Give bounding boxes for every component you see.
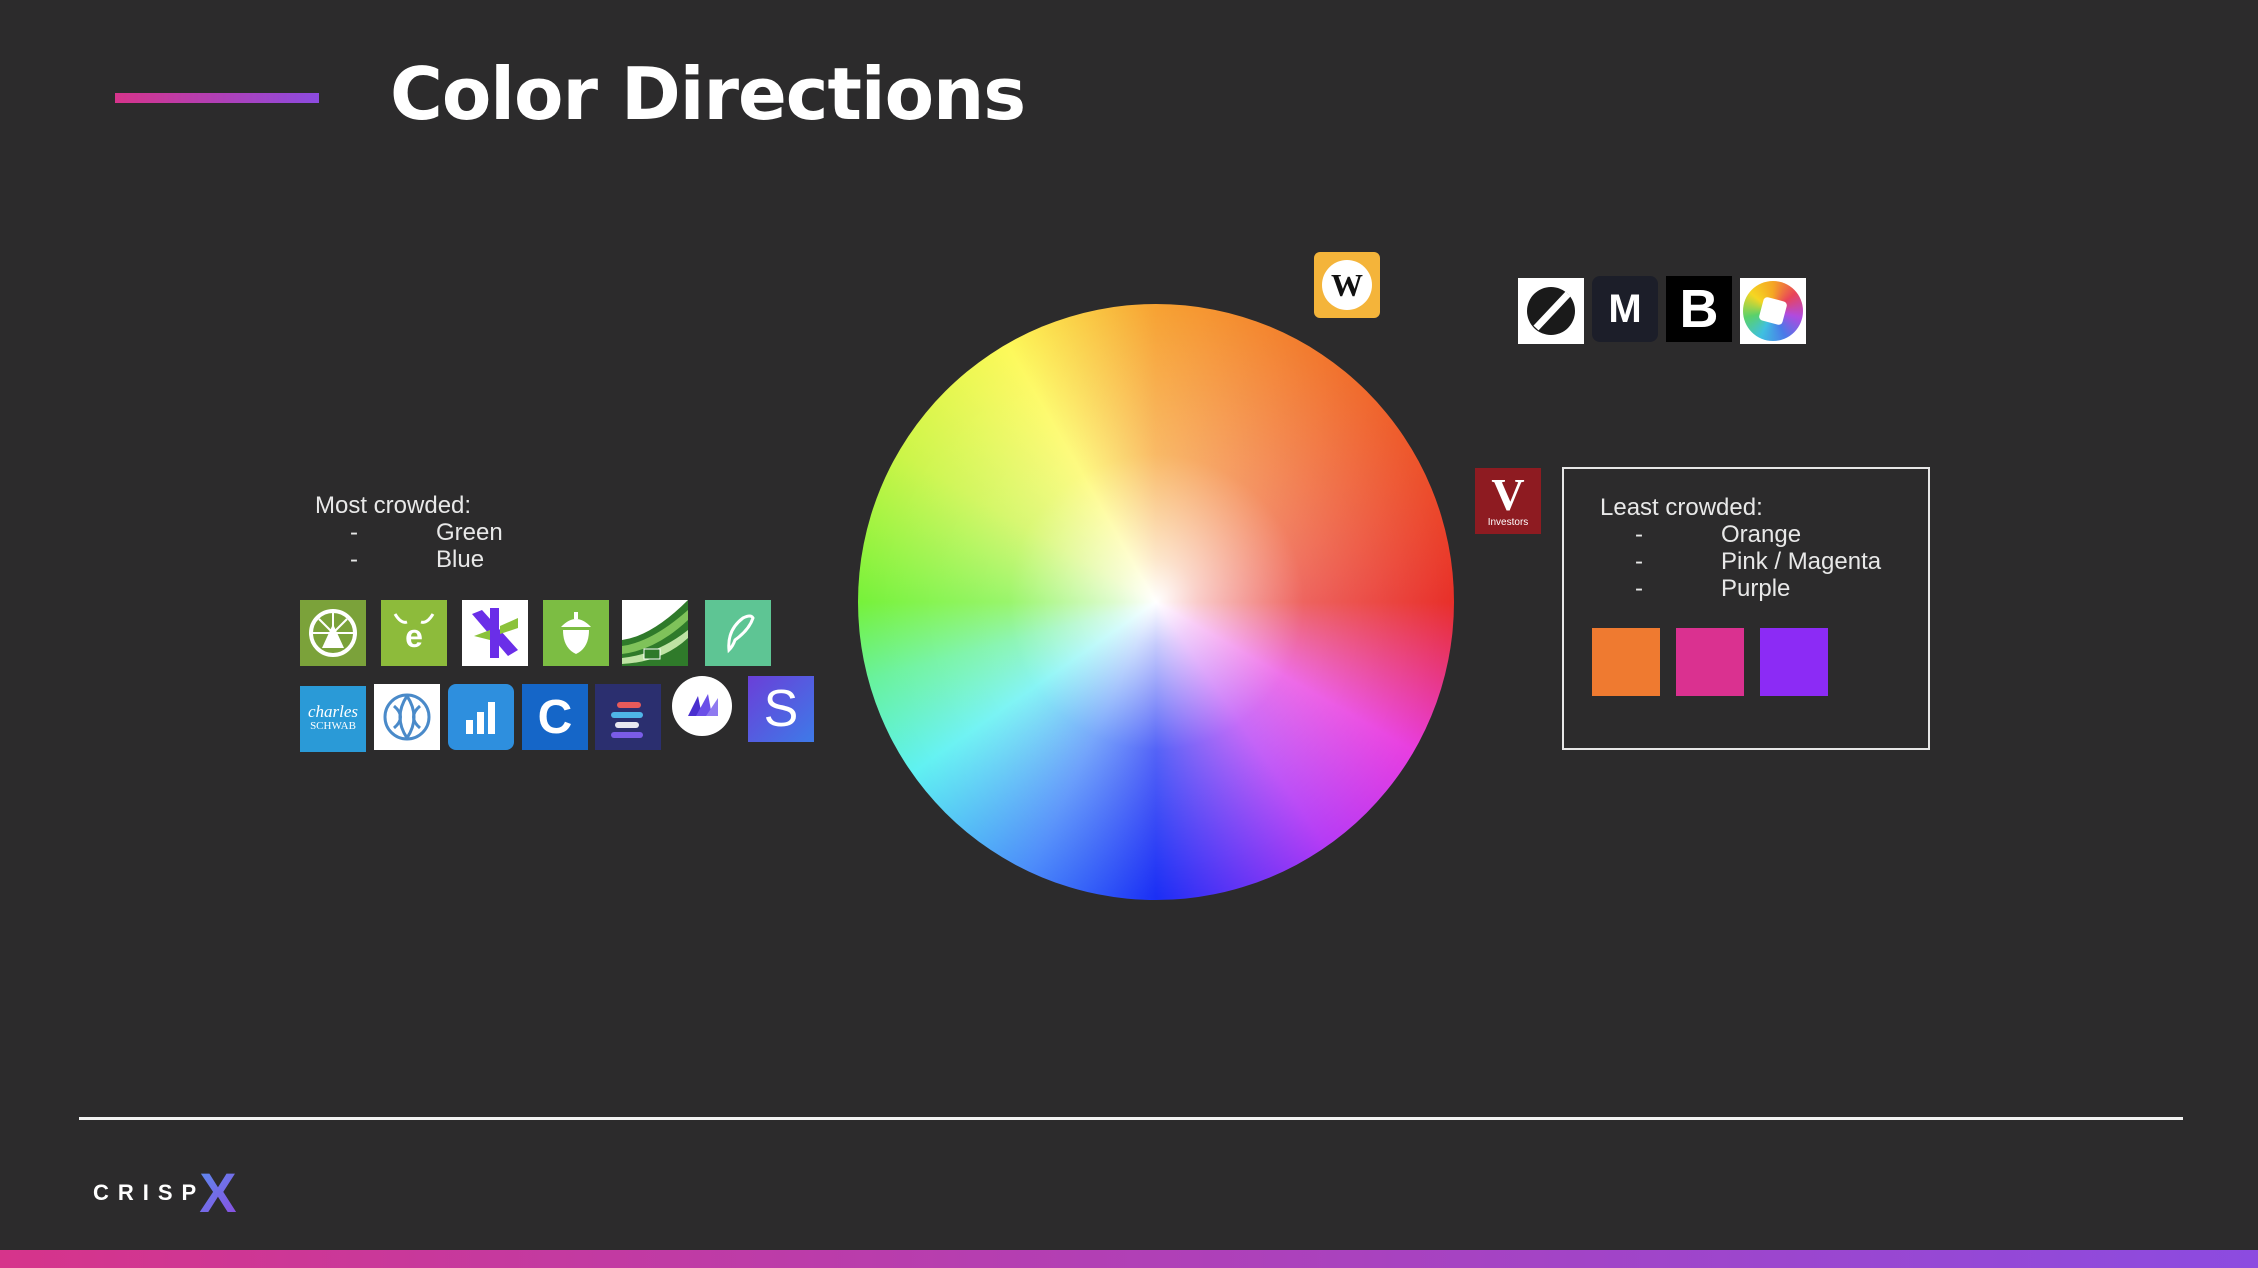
c-icon: C	[522, 684, 588, 750]
page-title: Color Directions	[390, 52, 1026, 136]
brand-x-mark: X	[199, 1161, 237, 1224]
least-crowded-list: Least crowded: - Orange - Pink / Magenta…	[1600, 494, 1900, 602]
bullet-dash: -	[1635, 575, 1643, 602]
bullet-dash: -	[350, 519, 358, 546]
bullet-dash: -	[1635, 548, 1643, 575]
footer-divider	[79, 1117, 2183, 1120]
stacked-bars-icon	[595, 684, 661, 750]
least-crowded-item: Orange	[1721, 521, 1802, 548]
td-ameritrade-icon	[622, 600, 688, 666]
bullet-dash: -	[350, 546, 358, 573]
most-crowded-list: Most crowded: - Green - Blue	[315, 492, 575, 582]
s-letter: S	[763, 680, 799, 738]
title-accent-bar	[115, 93, 319, 103]
footer-gradient-bar	[0, 1250, 2258, 1268]
least-crowded-heading: Least crowded:	[1600, 494, 1763, 521]
v-letter: V	[1491, 469, 1525, 520]
least-crowded-item: Pink / Magenta	[1721, 548, 1882, 575]
fidelity-icon	[300, 600, 366, 666]
purple-swatch	[1760, 628, 1828, 696]
m-letter: M	[1608, 286, 1642, 331]
vanguard-ish-icon	[374, 684, 440, 750]
least-crowded-box: Least crowded: - Orange - Pink / Magenta…	[1562, 467, 1930, 750]
most-crowded-item: Blue	[436, 546, 485, 573]
b-letter: B	[1679, 279, 1719, 339]
slash-icon	[1518, 278, 1584, 344]
m1-icon: M	[1592, 276, 1658, 342]
chart-bars-icon	[448, 684, 514, 750]
c-letter: C	[537, 690, 573, 744]
crispx-logo: CRISP X	[93, 1161, 237, 1224]
most-crowded-heading: Most crowded:	[315, 492, 472, 519]
wealthsimple-icon: W	[1314, 252, 1380, 318]
b-icon: B	[1666, 276, 1732, 342]
wealthfront-icon	[672, 676, 732, 736]
bullet-dash: -	[1635, 521, 1643, 548]
robinhood-icon	[705, 600, 771, 666]
magenta-swatch	[1676, 628, 1744, 696]
stash-s-icon: S	[748, 676, 814, 742]
color-wheel	[858, 304, 1454, 900]
investors-caption: Investors	[1487, 517, 1529, 528]
orange-swatch	[1592, 628, 1660, 696]
charles-schwab-icon: charles SCHWAB	[300, 686, 366, 752]
schwab-text-line2: SCHWAB	[310, 720, 356, 732]
most-crowded-item: Green	[436, 519, 503, 546]
schwab-text-line1: charles	[307, 702, 359, 721]
v-investors-icon: V Investors	[1475, 468, 1541, 534]
w-letter: W	[1331, 266, 1363, 303]
svg-text:e: e	[405, 618, 423, 654]
etrade-icon: e	[381, 600, 447, 666]
color-ring-icon	[1740, 278, 1806, 344]
brand-text: CRISP	[93, 1180, 206, 1205]
least-crowded-item: Purple	[1721, 575, 1791, 602]
acorns-icon	[543, 600, 609, 666]
stash-x-icon	[462, 600, 528, 666]
